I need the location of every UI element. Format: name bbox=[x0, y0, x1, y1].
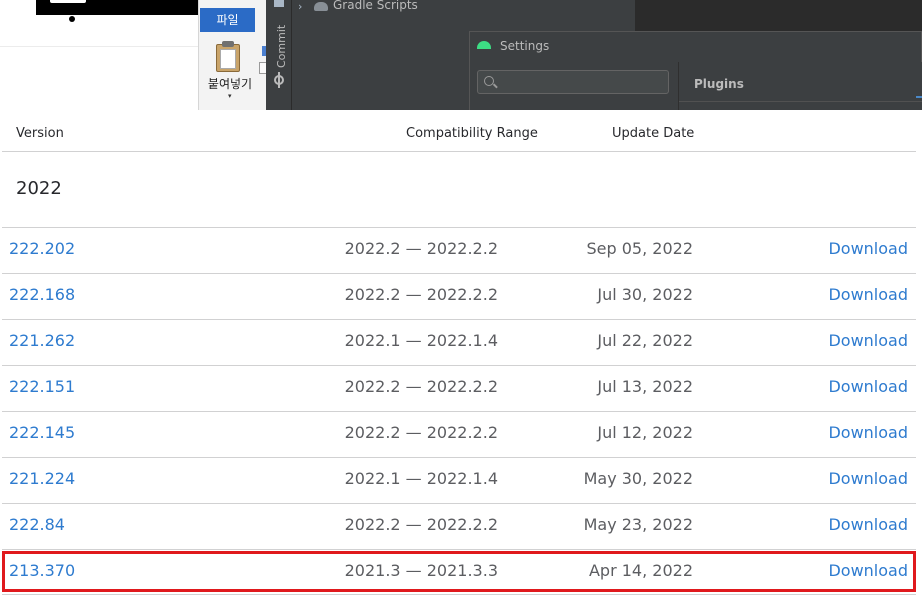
download-link[interactable]: Download bbox=[828, 331, 908, 350]
update-date: Jul 13, 2022 bbox=[597, 377, 693, 396]
table-row: 221.262 2022.1 — 2022.1.4 Jul 22, 2022 D… bbox=[2, 319, 916, 365]
version-link[interactable]: 222.151 bbox=[9, 377, 75, 396]
clipboard-paste-icon[interactable] bbox=[214, 40, 242, 72]
settings-content: Plugins bbox=[678, 62, 922, 110]
ribbon-edge-box bbox=[259, 62, 266, 74]
table-row: 222.168 2022.2 — 2022.2.2 Jul 30, 2022 D… bbox=[2, 273, 916, 319]
table-row: 213.370 2021.3 — 2021.3.3 Apr 14, 2022 D… bbox=[2, 549, 916, 595]
settings-search-input[interactable] bbox=[477, 70, 669, 94]
update-date: Sep 05, 2022 bbox=[586, 239, 694, 258]
table-row: 221.224 2022.1 — 2022.1.4 May 30, 2022 D… bbox=[2, 457, 916, 503]
table-row: 222.202 2022.2 — 2022.2.2 Sep 05, 2022 D… bbox=[2, 227, 916, 273]
version-link[interactable]: 213.370 bbox=[9, 561, 75, 580]
download-link[interactable]: Download bbox=[828, 515, 908, 534]
tree-item-gradle-scripts[interactable]: Gradle Scripts bbox=[333, 0, 418, 12]
android-icon bbox=[477, 41, 491, 49]
paste-button-label[interactable]: 붙여넣기 bbox=[204, 75, 256, 92]
folder-icon[interactable] bbox=[274, 0, 284, 7]
plugins-section-title: Plugins bbox=[694, 77, 744, 91]
compatibility-range: 2022.1 — 2022.1.4 bbox=[344, 331, 498, 350]
version-link[interactable]: 222.168 bbox=[9, 285, 75, 304]
download-link[interactable]: Download bbox=[828, 423, 908, 442]
download-link[interactable]: Download bbox=[828, 561, 908, 580]
download-link[interactable]: Download bbox=[828, 285, 908, 304]
column-header-update-date: Update Date bbox=[612, 126, 695, 141]
column-header-compatibility: Compatibility Range bbox=[406, 126, 538, 141]
chevron-right-icon[interactable]: › bbox=[298, 0, 302, 13]
table-row: 222.145 2022.2 — 2022.2.2 Jul 12, 2022 D… bbox=[2, 411, 916, 457]
compatibility-range: 2022.2 — 2022.2.2 bbox=[344, 285, 498, 304]
update-date: Jul 12, 2022 bbox=[597, 423, 693, 442]
settings-dialog: Settings Plugins bbox=[469, 31, 922, 110]
table-row: 222.84 2022.2 — 2022.2.2 May 23, 2022 Do… bbox=[2, 503, 916, 549]
compatibility-range: 2022.2 — 2022.2.2 bbox=[344, 515, 498, 534]
header-divider bbox=[2, 151, 916, 152]
version-link[interactable]: 222.145 bbox=[9, 423, 75, 442]
chevron-down-icon[interactable]: ▾ bbox=[228, 92, 232, 100]
divider bbox=[0, 46, 198, 47]
divider bbox=[679, 101, 922, 102]
version-link[interactable]: 222.202 bbox=[9, 239, 75, 258]
version-link[interactable]: 221.262 bbox=[9, 331, 75, 350]
search-icon bbox=[484, 76, 494, 86]
download-link[interactable]: Download bbox=[828, 239, 908, 258]
settings-title: Settings bbox=[500, 39, 550, 53]
ribbon-file-tab[interactable]: 파일 bbox=[200, 8, 255, 32]
compatibility-range: 2022.1 — 2022.1.4 bbox=[344, 469, 498, 488]
update-date: Jul 30, 2022 bbox=[597, 285, 693, 304]
update-date: May 23, 2022 bbox=[583, 515, 693, 534]
compatibility-range: 2022.2 — 2022.2.2 bbox=[344, 423, 498, 442]
version-link[interactable]: 221.224 bbox=[9, 469, 75, 488]
gradle-icon bbox=[314, 2, 328, 11]
compatibility-range: 2022.2 — 2022.2.2 bbox=[344, 377, 498, 396]
download-link[interactable]: Download bbox=[828, 469, 908, 488]
bullet-point bbox=[69, 16, 75, 22]
update-date: Apr 14, 2022 bbox=[588, 561, 693, 580]
compatibility-range: 2022.2 — 2022.2.2 bbox=[344, 239, 498, 258]
version-link[interactable]: 222.84 bbox=[9, 515, 65, 534]
compatibility-range: 2021.3 — 2021.3.3 bbox=[344, 561, 498, 580]
update-date: Jul 22, 2022 bbox=[597, 331, 693, 350]
commit-tool-tab[interactable]: Commit bbox=[275, 25, 288, 68]
table-row: 222.151 2022.2 — 2022.2.2 Jul 13, 2022 D… bbox=[2, 365, 916, 411]
settings-titlebar[interactable]: Settings bbox=[470, 32, 922, 62]
overlay-strip: 파일 붙여넣기 ▾ Commit › Gradle Scripts Settin… bbox=[0, 0, 922, 110]
commit-icon[interactable] bbox=[274, 75, 284, 85]
column-header-version: Version bbox=[16, 126, 64, 141]
download-link[interactable]: Download bbox=[828, 377, 908, 396]
screenshot-root: 파일 붙여넣기 ▾ Commit › Gradle Scripts Settin… bbox=[0, 0, 922, 604]
tab-indicator bbox=[916, 96, 922, 98]
update-date: May 30, 2022 bbox=[583, 469, 693, 488]
year-group-heading: 2022 bbox=[16, 178, 62, 199]
